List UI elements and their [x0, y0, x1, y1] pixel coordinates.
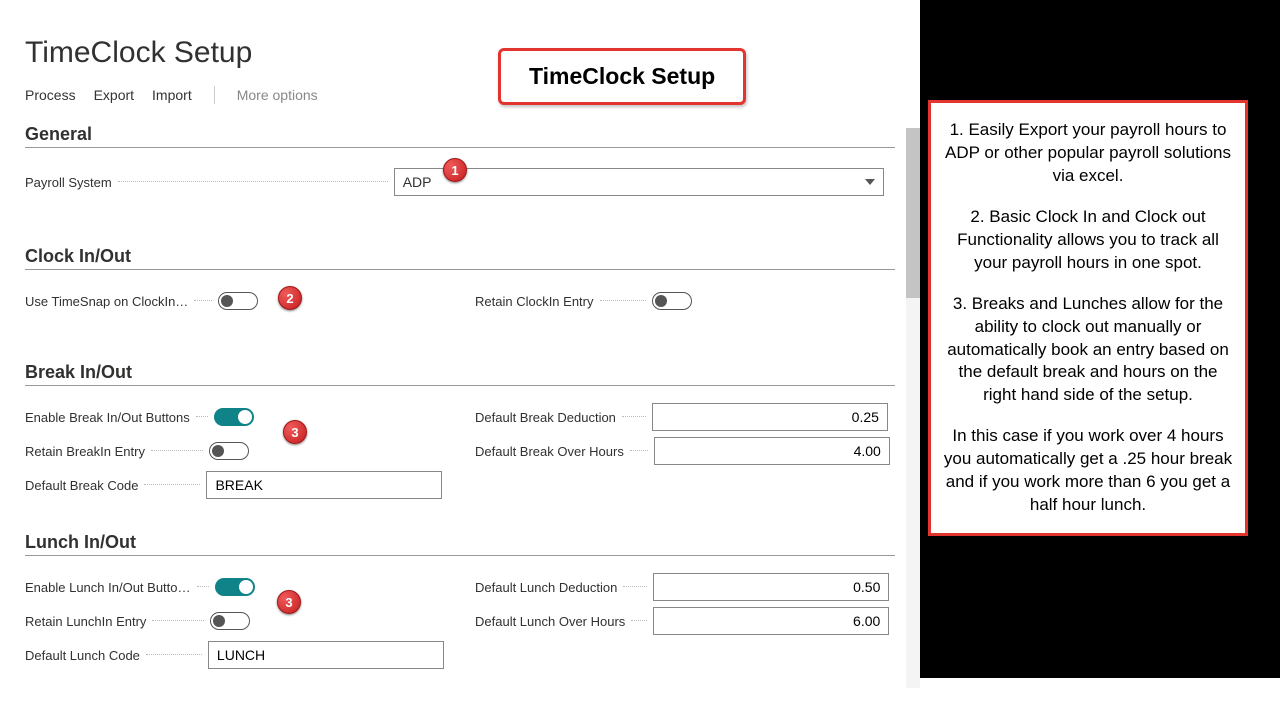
import-action[interactable]: Import — [152, 87, 192, 103]
use-timesnap-label: Use TimeSnap on ClockIn… — [25, 294, 188, 309]
retain-clockin-toggle[interactable] — [652, 292, 692, 310]
retain-clockin-label: Retain ClockIn Entry — [475, 294, 594, 309]
break-over-label: Default Break Over Hours — [475, 444, 624, 459]
enable-lunch-toggle[interactable] — [215, 578, 255, 596]
retain-breakin-label: Retain BreakIn Entry — [25, 444, 145, 459]
payroll-system-label: Payroll System — [25, 175, 112, 190]
section-rule — [25, 147, 895, 148]
retain-breakin-toggle[interactable] — [209, 442, 249, 460]
dots — [118, 181, 388, 182]
section-lunch-title: Lunch In/Out — [25, 532, 908, 553]
use-timesnap-toggle[interactable] — [218, 292, 258, 310]
dots — [600, 300, 646, 301]
lunch-deduction-input[interactable] — [653, 573, 889, 601]
enable-break-toggle[interactable] — [214, 408, 254, 426]
info-side-panel: 1. Easily Export your payroll hours to A… — [920, 0, 1280, 678]
dots — [196, 416, 208, 417]
page-title: TimeClock Setup — [0, 0, 920, 78]
info-paragraph-1: 1. Easily Export your payroll hours to A… — [943, 119, 1233, 188]
section-rule — [25, 555, 895, 556]
export-action[interactable]: Export — [94, 87, 134, 103]
default-lunch-code-input[interactable] — [208, 641, 444, 669]
retain-lunchin-toggle[interactable] — [210, 612, 250, 630]
break-deduction-label: Default Break Deduction — [475, 410, 616, 425]
process-action[interactable]: Process — [25, 87, 76, 103]
default-break-code-label: Default Break Code — [25, 478, 138, 493]
section-rule — [25, 385, 895, 386]
section-clock-title: Clock In/Out — [25, 246, 908, 267]
retain-lunchin-label: Retain LunchIn Entry — [25, 614, 146, 629]
section-rule — [25, 269, 895, 270]
callout-badge-2: 2 — [278, 286, 302, 310]
dots — [146, 654, 202, 655]
payroll-system-select[interactable]: ADP — [394, 168, 884, 196]
break-over-input[interactable] — [654, 437, 890, 465]
dots — [630, 450, 648, 451]
lunch-over-input[interactable] — [653, 607, 889, 635]
info-paragraph-2: 2. Basic Clock In and Clock out Function… — [943, 206, 1233, 275]
main-setup-pane: TimeClock Setup Process Export Import Mo… — [0, 0, 920, 720]
dots — [151, 450, 203, 451]
default-lunch-code-label: Default Lunch Code — [25, 648, 140, 663]
info-paragraph-3: 3. Breaks and Lunches allow for the abil… — [943, 293, 1233, 408]
info-box: 1. Easily Export your payroll hours to A… — [928, 100, 1248, 536]
chevron-down-icon — [865, 179, 875, 185]
callout-badge-1: 1 — [443, 158, 467, 182]
callout-badge-3a: 3 — [283, 420, 307, 444]
toolbar-separator — [214, 86, 215, 104]
dots — [197, 586, 209, 587]
section-general-title: General — [25, 124, 908, 145]
callout-badge-3b: 3 — [277, 590, 301, 614]
dots — [622, 416, 646, 417]
section-break-title: Break In/Out — [25, 362, 908, 383]
action-bar: Process Export Import More options — [0, 78, 920, 112]
more-options-action[interactable]: More options — [237, 87, 318, 103]
dots — [194, 300, 212, 301]
dots — [623, 586, 647, 587]
payroll-system-value: ADP — [403, 174, 432, 190]
dots — [152, 620, 204, 621]
lunch-over-label: Default Lunch Over Hours — [475, 614, 625, 629]
form-content: General Payroll System ADP 1 Clock In/Ou… — [25, 118, 908, 720]
dots — [144, 484, 200, 485]
enable-lunch-label: Enable Lunch In/Out Butto… — [25, 580, 191, 595]
dots — [631, 620, 647, 621]
default-break-code-input[interactable] — [206, 471, 442, 499]
enable-break-label: Enable Break In/Out Buttons — [25, 410, 190, 425]
scrollbar-thumb[interactable] — [906, 128, 920, 298]
break-deduction-input[interactable] — [652, 403, 888, 431]
overlay-title-callout: TimeClock Setup — [498, 48, 746, 105]
info-paragraph-4: In this case if you work over 4 hours yo… — [943, 425, 1233, 517]
lunch-deduction-label: Default Lunch Deduction — [475, 580, 617, 595]
